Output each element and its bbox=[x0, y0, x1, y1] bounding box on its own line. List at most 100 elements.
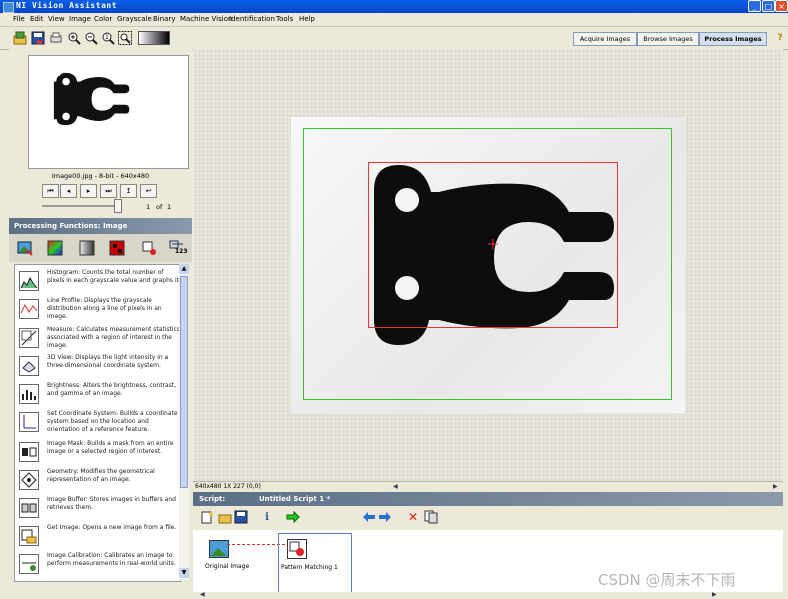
last-image-button[interactable]: ⏭ bbox=[100, 184, 117, 198]
function-line-profile[interactable]: Line Profile: Displays the grayscale dis… bbox=[19, 297, 179, 325]
zoom-out-icon[interactable] bbox=[83, 30, 99, 46]
category-icon-bar: 123 bbox=[9, 234, 192, 262]
script-scroll-left-icon[interactable]: ◀ bbox=[200, 591, 205, 598]
function-image-buffer-text: Image Buffer: Stores images in buffers a… bbox=[47, 496, 176, 511]
function-3d-view-text: 3D View: Displays the light intensity in… bbox=[47, 354, 169, 369]
image-slider-thumb[interactable] bbox=[114, 199, 122, 213]
function-list-scrollbar[interactable]: ▲ ▼ bbox=[179, 264, 189, 580]
image-icon[interactable] bbox=[17, 240, 33, 256]
refresh-button[interactable]: ↩ bbox=[140, 184, 157, 198]
menu-bar: File Edit View Image Color Grayscale Bin… bbox=[0, 13, 788, 27]
identification-icon[interactable]: 123 bbox=[169, 240, 191, 256]
function-geometry-text: Geometry: Modifies the geometrical repre… bbox=[47, 468, 155, 483]
watermark: CSDN @周末不下雨 bbox=[598, 571, 736, 589]
remove-image-button[interactable]: ↥ bbox=[120, 184, 137, 198]
function-image-mask-text: Image Mask: Builds a mask from an entire… bbox=[47, 440, 174, 455]
next-image-button[interactable]: ▸ bbox=[80, 184, 97, 198]
palette-gradient-icon[interactable] bbox=[138, 30, 170, 46]
grayscale-icon[interactable] bbox=[79, 240, 95, 256]
save-image-icon[interactable] bbox=[30, 30, 46, 46]
brightness-icon bbox=[19, 384, 39, 404]
tab-process-images[interactable]: Process Images bbox=[699, 32, 767, 46]
function-brightness-text: Brightness: Alters the brightness, contr… bbox=[47, 382, 177, 397]
menu-color[interactable]: Color bbox=[94, 15, 112, 23]
identification-label: 123 bbox=[175, 248, 188, 255]
zoom-in-icon[interactable] bbox=[66, 30, 82, 46]
step-connector bbox=[227, 544, 285, 546]
step-label-original-image: Original Image bbox=[205, 563, 250, 570]
script-step-original-image[interactable]: Original Image bbox=[203, 534, 275, 590]
move-step-left-icon[interactable] bbox=[361, 509, 377, 525]
function-get-image[interactable]: Get Image: Opens a new image from a file… bbox=[19, 524, 179, 552]
menu-edit[interactable]: Edit bbox=[30, 15, 44, 23]
menu-binary[interactable]: Binary bbox=[153, 15, 176, 23]
scroll-up-icon[interactable]: ▲ bbox=[179, 264, 189, 274]
info-icon[interactable]: i bbox=[259, 509, 275, 525]
previous-image-button[interactable]: ◂ bbox=[60, 184, 77, 198]
canvas-scroll-right-icon[interactable]: ▶ bbox=[773, 483, 781, 491]
pattern-matching-icon bbox=[287, 539, 307, 559]
window-title: NI Vision Assistant bbox=[16, 1, 118, 10]
function-3d-view[interactable]: 3D View: Displays the light intensity in… bbox=[19, 354, 179, 382]
script-horizontal-scrollbar[interactable]: ◀ ▶ bbox=[200, 591, 783, 599]
open-image-icon[interactable] bbox=[12, 30, 28, 46]
zoom-1-to-1-icon[interactable]: 1 bbox=[100, 30, 116, 46]
open-script-icon[interactable] bbox=[217, 509, 233, 525]
tab-acquire-images[interactable]: Acquire Images bbox=[573, 32, 637, 46]
function-image-buffer[interactable]: Image Buffer: Stores images in buffers a… bbox=[19, 496, 179, 524]
menu-grayscale[interactable]: Grayscale bbox=[117, 15, 152, 23]
get-image-icon bbox=[19, 526, 39, 546]
image-thumbnail[interactable] bbox=[28, 55, 189, 169]
function-histogram[interactable]: Histogram: Counts the total number of pi… bbox=[19, 269, 181, 297]
menu-image[interactable]: Image bbox=[69, 15, 91, 23]
original-image-icon bbox=[209, 540, 229, 558]
machine-vision-icon[interactable] bbox=[141, 240, 157, 256]
image-mask-icon bbox=[19, 442, 39, 462]
script-step-pattern-matching[interactable]: Pattern Matching 1 bbox=[278, 533, 352, 593]
copy-step-icon[interactable] bbox=[423, 509, 439, 525]
zoom-fit-icon[interactable] bbox=[117, 30, 133, 46]
menu-machine-vision[interactable]: Machine Vision bbox=[180, 15, 232, 23]
print-icon[interactable] bbox=[48, 30, 64, 46]
line-profile-icon bbox=[19, 299, 39, 319]
scroll-down-icon[interactable]: ▼ bbox=[179, 568, 189, 578]
maximize-button[interactable]: □ bbox=[762, 0, 775, 12]
delete-step-icon[interactable]: ✕ bbox=[405, 509, 421, 525]
binary-icon[interactable] bbox=[109, 240, 125, 256]
match-center-crosshair-icon bbox=[488, 239, 498, 249]
function-histogram-text: Histogram: Counts the total number of pi… bbox=[47, 269, 181, 284]
3d-view-icon bbox=[19, 356, 39, 376]
function-measure-text: Measure: Calculates measurement statisti… bbox=[47, 326, 180, 349]
function-list: Histogram: Counts the total number of pi… bbox=[14, 264, 181, 582]
scrollbar-thumb[interactable] bbox=[180, 276, 188, 488]
color-icon[interactable] bbox=[47, 240, 63, 256]
processing-functions-title: Processing Functions: Image bbox=[14, 222, 128, 230]
save-script-icon[interactable] bbox=[233, 509, 249, 525]
function-geometry[interactable]: Geometry: Modifies the geometrical repre… bbox=[19, 468, 179, 496]
function-image-calibration[interactable]: Image Calibration: Calibrates an image t… bbox=[19, 552, 179, 580]
menu-help[interactable]: Help bbox=[299, 15, 315, 23]
tab-browse-images[interactable]: Browse Images bbox=[637, 32, 699, 46]
minimize-button[interactable]: _ bbox=[748, 0, 761, 12]
function-set-coordinate-system[interactable]: Set Coordinate System: Builds a coordina… bbox=[19, 410, 179, 442]
menu-view[interactable]: View bbox=[48, 15, 65, 23]
menu-file[interactable]: File bbox=[13, 15, 25, 23]
function-image-mask[interactable]: Image Mask: Builds a mask from an entire… bbox=[19, 440, 179, 468]
canvas-scroll-left-icon[interactable]: ◀ bbox=[393, 483, 401, 491]
function-brightness[interactable]: Brightness: Alters the brightness, contr… bbox=[19, 382, 179, 410]
menu-tools[interactable]: Tools bbox=[276, 15, 293, 23]
close-button[interactable]: × bbox=[775, 0, 788, 12]
step-label-pattern-matching: Pattern Matching 1 bbox=[281, 564, 338, 571]
function-get-image-text: Get Image: Opens a new image from a file… bbox=[47, 524, 177, 531]
help-icon[interactable]: ? bbox=[772, 30, 788, 46]
processing-functions-header: Processing Functions: Image bbox=[9, 218, 192, 234]
new-script-icon[interactable] bbox=[199, 509, 215, 525]
menu-identification[interactable]: Identification bbox=[229, 15, 275, 23]
script-toolbar: i ✕ bbox=[193, 506, 783, 530]
image-slider-track[interactable] bbox=[42, 205, 122, 207]
run-once-icon[interactable] bbox=[285, 509, 301, 525]
main-toolbar: 1 Acquire Images Browse Images Process I… bbox=[0, 27, 788, 50]
move-step-right-icon[interactable] bbox=[377, 509, 393, 525]
first-image-button[interactable]: ⏮ bbox=[42, 184, 59, 198]
script-scroll-right-icon[interactable]: ▶ bbox=[712, 591, 717, 598]
